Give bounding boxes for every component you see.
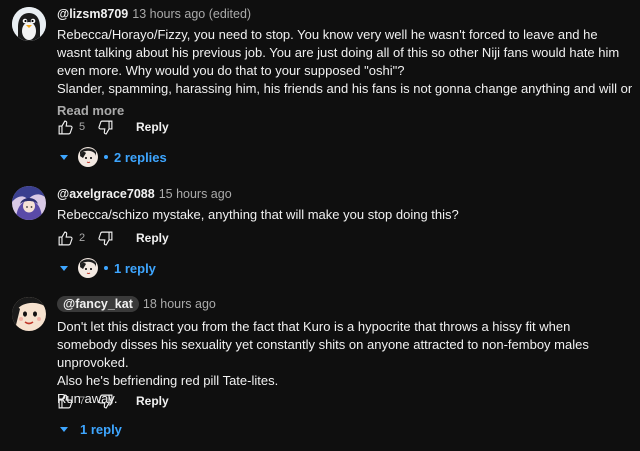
thumbs-up-icon (58, 231, 73, 245)
comment-text: Rebecca/Horayo/Fizzy, you need to stop. … (57, 26, 632, 98)
view-replies-button[interactable]: 1 reply (60, 257, 156, 279)
comment-author[interactable]: @axelgrace7088 (57, 187, 155, 201)
comment-text-line: Rebecca/Horayo/Fizzy, you need to stop. … (57, 27, 620, 78)
comment-time[interactable]: 18 hours ago (143, 297, 216, 311)
comment-time[interactable]: 15 hours ago (159, 187, 232, 201)
creator-avatar-icon (78, 258, 98, 278)
replies-label: 1 reply (114, 260, 156, 276)
reply-button[interactable]: Reply (136, 394, 169, 408)
dislike-button[interactable] (97, 230, 114, 247)
chevron-down-icon (60, 265, 68, 271)
thumbs-up-icon (58, 120, 73, 134)
comment-text-line: Don't let this distract you from the fac… (57, 319, 589, 370)
replies-label: 1 reply (80, 421, 122, 437)
comment-body: @axelgrace7088 15 hours ago Rebecca/schiz… (57, 186, 632, 224)
cartoon-face-avatar-icon (12, 297, 46, 331)
creator-heart-dot (104, 266, 108, 270)
creator-heart-dot (104, 155, 108, 159)
thumbs-down-icon (98, 120, 113, 134)
like-count: 5 (79, 121, 86, 133)
thumbs-down-icon (98, 231, 113, 245)
thumbs-down-icon (98, 394, 113, 408)
comment-author[interactable]: @lizsm8709 (57, 7, 128, 21)
like-button[interactable] (57, 230, 74, 247)
comment-time[interactable]: 13 hours ago (edited) (132, 7, 251, 21)
comment-body: @lizsm8709 13 hours ago (edited) Rebecca/… (57, 6, 632, 120)
comment-actions: 5 Reply (57, 116, 169, 138)
comment-text-line: Slander, spamming, harassing him, his fr… (57, 81, 632, 96)
comment-meta: @axelgrace7088 15 hours ago (57, 186, 632, 202)
creator-avatar (78, 258, 98, 278)
comment-text-line: Also he's befriending red pill Tate-lite… (57, 373, 279, 388)
like-button[interactable] (57, 393, 74, 410)
comment-meta: @lizsm8709 13 hours ago (edited) (57, 6, 632, 22)
anime-avatar-icon (12, 186, 46, 220)
comment-author[interactable]: @fancy_kat (57, 296, 139, 312)
dislike-button[interactable] (97, 393, 114, 410)
comment-text-line: Rebecca/schizo mystake, anything that wi… (57, 207, 459, 222)
view-replies-button[interactable]: 1 reply (60, 418, 122, 440)
replies-label: 2 replies (114, 149, 167, 165)
creator-avatar-icon (78, 147, 98, 167)
view-replies-button[interactable]: 2 replies (60, 146, 167, 168)
like-count: 2 (79, 232, 86, 244)
chevron-down-icon (60, 154, 68, 160)
comment-meta: @fancy_kat 18 hours ago (57, 296, 632, 312)
user-avatar[interactable] (12, 186, 46, 220)
user-avatar[interactable] (12, 7, 46, 41)
comment-text: Rebecca/schizo mystake, anything that wi… (57, 206, 632, 224)
chevron-down-icon (60, 426, 68, 432)
user-avatar[interactable] (12, 297, 46, 331)
like-count: 7 (79, 395, 86, 407)
reply-button[interactable]: Reply (136, 231, 169, 245)
comment-actions: 2 Reply (57, 227, 169, 249)
comment-actions: 7 Reply (57, 390, 169, 412)
penguin-avatar-icon (12, 7, 46, 41)
dislike-button[interactable] (97, 119, 114, 136)
creator-avatar (78, 147, 98, 167)
reply-button[interactable]: Reply (136, 120, 169, 134)
thumbs-up-icon (58, 394, 73, 408)
like-button[interactable] (57, 119, 74, 136)
